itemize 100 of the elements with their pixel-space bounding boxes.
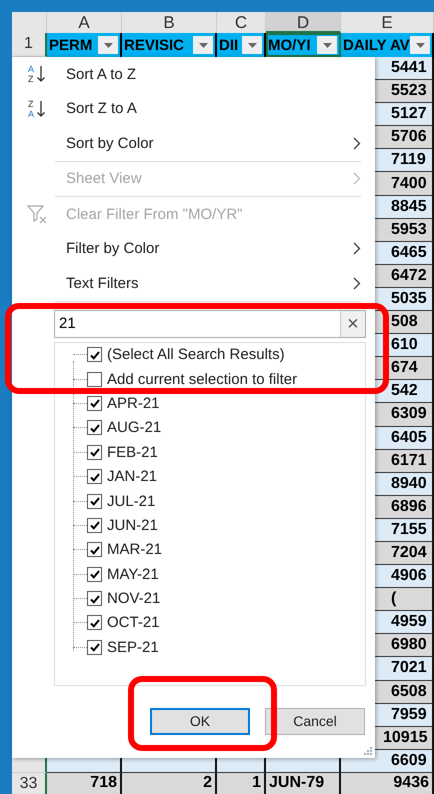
table-cell: 6171 — [391, 452, 427, 470]
header-cell[interactable]: DAILY AV — [341, 33, 434, 57]
menu-item[interactable]: Text Filters — [12, 266, 375, 300]
table-cell: 2 — [203, 774, 212, 792]
checkbox[interactable] — [87, 542, 102, 558]
table-cell: 6896 — [391, 498, 427, 516]
list-item-label[interactable]: OCT-21 — [107, 614, 160, 632]
list-item-label[interactable]: JAN-21 — [107, 468, 158, 486]
checkbox[interactable] — [87, 372, 102, 387]
table-cell: 6405 — [391, 428, 427, 447]
resize-grip-icon[interactable] — [364, 747, 372, 755]
list-item-label[interactable]: FEB-21 — [107, 444, 158, 461]
list-item-label[interactable]: APR-21 — [107, 394, 160, 412]
table-cell: 10915 — [383, 728, 428, 747]
list-item-label[interactable]: SEP-21 — [107, 638, 159, 656]
table-cell: 4959 — [391, 613, 427, 632]
table-cell: 8845 — [391, 198, 427, 216]
chevron-right-icon — [353, 276, 361, 290]
column-header[interactable]: C — [217, 12, 266, 33]
table-cell: 7959 — [391, 706, 427, 724]
checkbox[interactable] — [87, 566, 102, 582]
checkbox[interactable] — [87, 518, 102, 533]
table-cell: 6980 — [391, 636, 427, 654]
menu-item[interactable]: A Z Sort A to Z — [12, 57, 375, 92]
filter-dropdown-button[interactable] — [317, 36, 337, 54]
clear-filter-icon — [26, 203, 48, 226]
table-cell: 1 — [252, 774, 261, 792]
checkbox[interactable] — [87, 591, 102, 606]
filter-dropdown-button[interactable] — [98, 36, 118, 54]
table-cell: 6309 — [391, 405, 427, 424]
table-cell: JUN-79 — [269, 774, 324, 792]
chevron-right-icon — [353, 242, 361, 256]
header-label: DII — [219, 36, 238, 54]
checkbox[interactable] — [87, 347, 102, 362]
checkbox[interactable] — [87, 469, 102, 484]
checkbox[interactable] — [87, 494, 102, 509]
table-cell: 542 — [391, 382, 418, 400]
filter-dropdown-button[interactable] — [410, 36, 430, 54]
dropdown-arrow-icon — [104, 42, 112, 48]
column-header[interactable]: B — [122, 12, 217, 33]
table-cell: 5706 — [391, 128, 427, 146]
list-item-label[interactable]: (Select All Search Results) — [107, 346, 285, 364]
row-number[interactable]: 33 — [12, 772, 47, 794]
checkbox[interactable] — [87, 615, 102, 630]
table-cell: 7204 — [391, 544, 427, 562]
checkbox[interactable] — [87, 396, 102, 411]
table-cell: 7021 — [391, 659, 427, 678]
menu-item[interactable]: Filter by Color — [12, 232, 375, 266]
table-cell: 7155 — [391, 520, 427, 539]
list-item-label[interactable]: JUN-21 — [107, 516, 158, 534]
list-item-label[interactable]: MAR-21 — [107, 541, 162, 558]
table-cell: 9436 — [393, 774, 429, 792]
filter-dropdown-button[interactable] — [193, 36, 213, 54]
checkbox[interactable] — [87, 444, 102, 460]
list-item-label[interactable]: AUG-21 — [107, 419, 162, 436]
column-header[interactable]: D — [266, 12, 341, 33]
checkbox[interactable] — [87, 420, 102, 436]
header-cell[interactable]: PERM — [47, 33, 122, 57]
table-cell: ( — [391, 590, 396, 608]
table-cell: 5441 — [391, 59, 427, 78]
table-cell: 718 — [90, 774, 117, 792]
dropdown-arrow-icon — [322, 42, 332, 48]
filter-dropdown-button[interactable] — [242, 36, 262, 54]
table-cell: 5035 — [391, 290, 427, 308]
menu-item[interactable]: Sort by Color — [12, 126, 375, 160]
table-cell: 5127 — [391, 105, 427, 124]
header-label: PERM — [49, 36, 92, 54]
list-item-label[interactable]: Add current selection to filter — [107, 370, 298, 388]
table-cell: 5523 — [391, 82, 427, 100]
header-cell[interactable]: DII — [217, 33, 266, 57]
list-item-label[interactable]: MAY-21 — [107, 566, 159, 583]
search-field[interactable]: 21 × — [54, 310, 366, 338]
table-cell: 7400 — [391, 174, 427, 193]
table-cell: 6465 — [391, 244, 427, 262]
list-item-label[interactable]: NOV-21 — [107, 590, 160, 608]
dropdown-arrow-icon — [248, 42, 256, 48]
table-cell: 674 — [391, 359, 418, 378]
chevron-right-icon — [353, 136, 361, 150]
header-label: DAILY AV — [343, 36, 410, 54]
table-cell: 4906 — [391, 567, 427, 586]
cancel-button[interactable]: Cancel — [265, 708, 365, 734]
ok-button[interactable]: OK — [150, 708, 250, 734]
column-header[interactable]: A — [47, 12, 122, 33]
chevron-right-icon — [353, 172, 361, 186]
dropdown-arrow-icon — [198, 42, 208, 48]
list-item-label[interactable]: JUL-21 — [107, 492, 156, 510]
column-header[interactable]: E — [341, 12, 434, 33]
table-cell: 508 — [391, 313, 418, 332]
clear-search-button[interactable]: × — [340, 310, 365, 336]
table-cell: 7119 — [391, 151, 426, 170]
menu-item[interactable]: Z A Sort Z to A — [12, 92, 375, 126]
row-number[interactable]: 1 — [12, 33, 47, 57]
table-cell: 8940 — [391, 474, 427, 493]
header-cell[interactable]: REVISIC — [122, 33, 217, 57]
header-cell[interactable]: MO/YI — [266, 33, 341, 57]
checkbox[interactable] — [87, 640, 102, 655]
table-cell: 5953 — [391, 220, 427, 239]
header-label: MO/YI — [268, 36, 311, 54]
header-label: REVISIC — [124, 36, 184, 54]
table-cell: 610 — [391, 336, 418, 354]
